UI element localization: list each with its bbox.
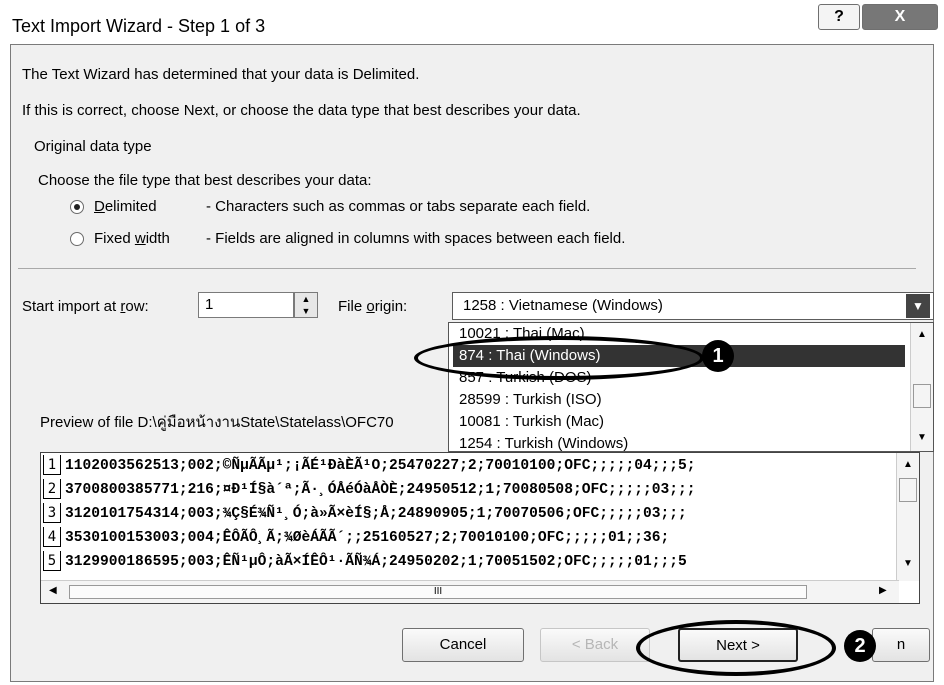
delimited-label-accel: D bbox=[94, 198, 105, 215]
file-origin-dropdown-button[interactable]: ▼ bbox=[906, 294, 930, 318]
callout-ellipse-1 bbox=[414, 336, 704, 380]
original-data-type-label: Original data type bbox=[34, 138, 152, 155]
intro-line-1: The Text Wizard has determined that your… bbox=[22, 66, 420, 83]
callout-ellipse-2 bbox=[636, 620, 836, 676]
start-row-label-rest: ow: bbox=[125, 298, 149, 315]
fixed-width-label-rest: idth bbox=[145, 230, 170, 247]
file-type-prompt: Choose the file type that best describes… bbox=[38, 172, 372, 189]
file-origin-select[interactable]: 1258 : Vietnamese (Windows) bbox=[452, 292, 934, 320]
window-title: Text Import Wizard - Step 1 of 3 bbox=[12, 16, 266, 36]
scroll-down-icon[interactable]: ▼ bbox=[897, 558, 919, 569]
preview-row-text: 1102003562513;002;©ÑµÃÃµ¹;¡ÃÉ¹ÐàÈÃ¹O;254… bbox=[65, 458, 696, 474]
start-row-spinner[interactable]: ▲ ▼ bbox=[294, 292, 318, 318]
preview-row-number: 3 bbox=[43, 503, 61, 523]
preview-row-text: 3129900186595;003;ÊÑ¹µÔ;àÃ×ÍÊÔ¹·ÃÑ¾Á;249… bbox=[65, 554, 687, 570]
scroll-up-icon[interactable]: ▲ bbox=[911, 329, 933, 340]
dropdown-scrollbar[interactable]: ▲ ▼ bbox=[910, 323, 933, 451]
fixed-width-description: - Fields are aligned in columns with spa… bbox=[206, 230, 626, 247]
help-icon: ? bbox=[834, 8, 844, 25]
preview-pane: 1 1102003562513;002;©ÑµÃÃµ¹;¡ÃÉ¹ÐàÈÃ¹O;2… bbox=[40, 452, 920, 604]
cancel-button[interactable]: Cancel bbox=[402, 628, 524, 662]
delimited-radio-label[interactable]: Delimited bbox=[94, 198, 157, 215]
back-button[interactable]: < Back bbox=[540, 628, 650, 662]
preview-vscroll-thumb[interactable] bbox=[899, 478, 917, 502]
scroll-right-icon[interactable]: ▶ bbox=[879, 585, 887, 596]
finish-button[interactable]: n bbox=[872, 628, 930, 662]
close-icon: X bbox=[894, 8, 906, 25]
preview-label: Preview of file D:\คู่มือหน้างานState\St… bbox=[40, 414, 394, 431]
spin-down-icon[interactable]: ▼ bbox=[295, 305, 317, 317]
preview-row-text: 3120101754314;003;¾Ç§É¾Ñ¹¸Ó;à»Ã×èÍ§;Å;24… bbox=[65, 506, 687, 522]
chevron-down-icon: ▼ bbox=[912, 299, 924, 313]
preview-row: 1 1102003562513;002;©ÑµÃÃµ¹;¡ÃÉ¹ÐàÈÃ¹O;2… bbox=[41, 455, 897, 477]
dropdown-item-turkish-iso[interactable]: 28599 : Turkish (ISO) bbox=[453, 389, 905, 411]
preview-row: 4 3530100153003;004;ÊÔÃÔ¸Ã;¾ØèÁÃÃ´;;2516… bbox=[41, 527, 897, 549]
preview-row-number: 5 bbox=[43, 551, 61, 571]
close-button[interactable]: X bbox=[862, 4, 938, 30]
scroll-down-icon[interactable]: ▼ bbox=[911, 432, 933, 443]
preview-row: 2 3700800385771;216;¤Ð¹Í§à´ª;Ã·¸ÓÅéÓàÅÒÈ… bbox=[41, 479, 897, 501]
intro-line-2: If this is correct, choose Next, or choo… bbox=[22, 102, 581, 119]
file-origin-label-rest: rigin: bbox=[374, 298, 408, 315]
file-origin-label-accel: o bbox=[366, 298, 375, 315]
preview-row-number: 2 bbox=[43, 479, 61, 499]
dropdown-item-turkish-mac[interactable]: 10081 : Turkish (Mac) bbox=[453, 411, 905, 433]
preview-horizontal-scrollbar[interactable]: ◀ III ▶ bbox=[41, 580, 899, 603]
dropdown-scroll-thumb[interactable] bbox=[913, 384, 931, 408]
fixed-width-radio-label[interactable]: Fixed width bbox=[94, 230, 170, 247]
group-separator bbox=[18, 268, 916, 269]
start-import-row-label: Start import at row: bbox=[22, 298, 149, 315]
preview-row-number: 1 bbox=[43, 455, 61, 475]
spin-up-icon[interactable]: ▲ bbox=[295, 293, 317, 305]
preview-hscroll-thumb[interactable]: III bbox=[69, 585, 807, 599]
help-button[interactable]: ? bbox=[818, 4, 860, 30]
preview-row-number: 4 bbox=[43, 527, 61, 547]
fixed-width-label-start: Fixed bbox=[94, 230, 135, 247]
preview-row: 5 3129900186595;003;ÊÑ¹µÔ;àÃ×ÍÊÔ¹·ÃÑ¾Á;2… bbox=[41, 551, 897, 573]
delimited-label-rest: elimited bbox=[104, 198, 157, 215]
delimited-description: - Characters such as commas or tabs sepa… bbox=[206, 198, 591, 215]
fixed-width-radio[interactable] bbox=[70, 232, 84, 246]
preview-row-text: 3700800385771;216;¤Ð¹Í§à´ª;Ã·¸ÓÅéÓàÅÒÈ;2… bbox=[65, 482, 696, 498]
preview-row: 3 3120101754314;003;¾Ç§É¾Ñ¹¸Ó;à»Ã×èÍ§;Å;… bbox=[41, 503, 897, 525]
file-origin-label-start: File bbox=[338, 298, 367, 315]
dropdown-item-turkish-windows[interactable]: 1254 : Turkish (Windows) bbox=[453, 433, 905, 451]
callout-badge-2: 2 bbox=[844, 630, 876, 662]
scroll-up-icon[interactable]: ▲ bbox=[897, 459, 919, 470]
start-row-label-start: Start import at bbox=[22, 298, 121, 315]
scroll-left-icon[interactable]: ◀ bbox=[49, 585, 57, 596]
file-origin-label: File origin: bbox=[338, 298, 407, 315]
fixed-width-label-accel: w bbox=[134, 230, 146, 247]
preview-row-text: 3530100153003;004;ÊÔÃÔ¸Ã;¾ØèÁÃÃ´;;251605… bbox=[65, 530, 670, 546]
start-row-input[interactable]: 1 bbox=[198, 292, 294, 318]
preview-vertical-scrollbar[interactable]: ▲ ▼ bbox=[896, 453, 919, 581]
callout-badge-1: 1 bbox=[702, 340, 734, 372]
delimited-radio[interactable] bbox=[70, 200, 84, 214]
